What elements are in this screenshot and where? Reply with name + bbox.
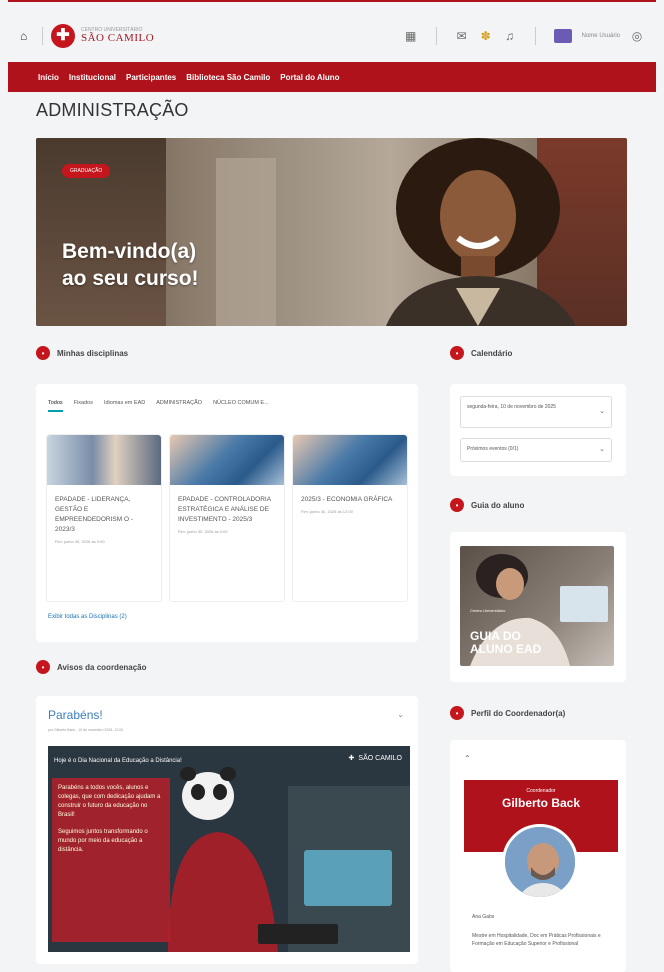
notice-logo: ✚ SÃO CAMILO <box>348 754 402 763</box>
message-icon[interactable]: ✉ <box>455 29 469 43</box>
course-card[interactable]: EPADADE - LIDERANÇA, GESTÃO E EMPREENDED… <box>46 434 162 602</box>
coordinator-name: Gilberto Back <box>501 796 581 810</box>
guia-card: Centro Universitário GUIA DO ALUNO EAD <box>450 532 626 682</box>
chevron-up-icon[interactable]: ⌃ <box>464 754 471 763</box>
notice-logo-text: SÃO CAMILO <box>358 754 402 762</box>
main-nav: Início Institucional Participantes Bibli… <box>8 62 656 92</box>
section-title: Perfil do Coordenador(a) <box>471 708 566 718</box>
notice-text-2: Seguimos juntos transformando o mundo po… <box>58 829 148 853</box>
course-card[interactable]: 2025/3 - ECONOMIA GRÁFICA Fim: junho 30,… <box>292 434 408 602</box>
section-title: Guia do aluno <box>471 500 525 510</box>
course-title[interactable]: EPADADE - LIDERANÇA, GESTÃO E EMPREENDED… <box>55 495 153 535</box>
course-title[interactable]: 2025/3 - ECONOMIA GRÁFICA <box>301 495 399 505</box>
section-title: Minhas disciplinas <box>57 348 129 358</box>
notice-text-1: Parabéns a todos vocês, alunos e colegas… <box>58 785 161 818</box>
notice-text-box: Parabéns a todos vocês, alunos e colegas… <box>52 778 170 942</box>
nav-item-biblioteca[interactable]: Biblioteca São Camilo <box>186 73 270 82</box>
course-date: Fim: junho 30, 2026 às 0:00 <box>55 539 105 544</box>
section-calendario-heading: • Calendário <box>450 346 512 360</box>
calendar-date-select[interactable]: segunda-feira, 10 de novembro de 2025 ⌄ <box>460 396 612 428</box>
section-title: Calendário <box>471 348 513 358</box>
hero-banner: GRADUAÇÃO Bem-vindo(a) ao seu curso! <box>36 138 627 326</box>
see-all-link[interactable]: Exibir todas as Disciplinas (2) <box>48 614 127 620</box>
hero-tag: GRADUAÇÃO <box>62 164 111 178</box>
site-logo[interactable]: ✚ CENTRO UNIVERSITÁRIO SÃO CAMILO <box>51 24 154 48</box>
section-avisos-heading: • Avisos da coordenação <box>36 660 147 674</box>
top-frame-line <box>8 0 656 2</box>
coordinator-photo <box>502 824 578 900</box>
section-guia-heading: • Guia do aluno <box>450 498 524 512</box>
course-date: Fim: junho 30, 2026 às 12:00 <box>301 509 353 514</box>
avatar[interactable] <box>553 29 572 43</box>
hero-line-1: Bem-vindo(a) <box>62 240 197 263</box>
user-name[interactable]: Nome Usuário <box>582 33 620 39</box>
course-date: Fim: junho 30, 2026 às 0:00 <box>178 529 228 534</box>
upcoming-events-label: Próximos eventos (0/1) <box>467 446 519 452</box>
course-title[interactable]: EPADADE - CONTROLADORIA ESTRATÉGICA E AN… <box>178 495 276 525</box>
bell-icon[interactable]: ♫ <box>503 29 517 43</box>
divider <box>435 27 437 45</box>
tab-todos[interactable]: Todos <box>48 400 63 412</box>
guide-icon: • <box>450 498 464 512</box>
student-photo <box>386 138 576 326</box>
guia-subtitle: Centro Universitário <box>470 608 506 613</box>
course-image <box>293 435 407 485</box>
hero-line-2: ao seu curso! <box>62 267 199 290</box>
divider <box>42 27 43 45</box>
nav-item-portal[interactable]: Portal do Aluno <box>280 73 339 82</box>
disciplinas-card: Todos Fixados Idiomas em EAD ADMINISTRAÇ… <box>36 384 418 642</box>
course-image <box>170 435 284 485</box>
home-icon[interactable]: ⌂ <box>20 29 34 43</box>
megaphone-icon: • <box>36 660 50 674</box>
course-card[interactable]: EPADADE - CONTROLADORIA ESTRATÉGICA E AN… <box>169 434 285 602</box>
guia-banner[interactable]: Centro Universitário GUIA DO ALUNO EAD <box>460 546 614 666</box>
section-title: Avisos da coordenação <box>57 662 147 672</box>
nav-item-inicio[interactable]: Início <box>38 73 59 82</box>
section-perfil-heading: • Perfil do Coordenador(a) <box>450 706 565 720</box>
chevron-down-icon[interactable]: ⌄ <box>397 710 404 719</box>
guia-line-2: ALUNO EAD <box>470 642 542 656</box>
user-icon: • <box>450 706 464 720</box>
course-image <box>47 435 161 485</box>
nav-item-institucional[interactable]: Institucional <box>69 73 116 82</box>
coordinator-label: Coordenador <box>526 788 556 794</box>
nav-item-participantes[interactable]: Participantes <box>126 73 176 82</box>
chevron-down-icon: ⌄ <box>599 408 605 415</box>
calendar-icon: • <box>450 346 464 360</box>
coordinator-profile: Coordenador Gilberto Back Ana Gabs Mestr… <box>464 780 618 960</box>
logo-title: SÃO CAMILO <box>81 32 155 44</box>
book-icon: • <box>36 346 50 360</box>
cross-logo-icon: ✚ <box>51 24 75 48</box>
divider <box>534 27 536 45</box>
notice-title[interactable]: Parabéns! <box>48 708 103 722</box>
coordinator-meta: Ana Gabs <box>472 914 495 920</box>
perfil-card: ⌃ Coordenador Gilberto Back Ana Gabs Mes… <box>450 740 626 972</box>
section-disciplinas-heading: • Minhas disciplinas <box>36 346 128 360</box>
calendar-date-label: segunda-feira, 10 de novembro de 2025 <box>467 404 556 410</box>
globe-icon[interactable]: ◎ <box>630 29 644 43</box>
coordinator-desc: Mestre em Hospitalidade, Doc em Práticas… <box>472 933 601 947</box>
cross-logo-icon: ✚ <box>348 755 355 762</box>
notification-icon[interactable]: ✽ <box>479 29 493 43</box>
grid-icon[interactable]: ▦ <box>404 29 418 43</box>
avisos-card: Parabéns! ⌄ por Gilberto Back - 10 de no… <box>36 696 418 964</box>
upcoming-events-select[interactable]: Próximos eventos (0/1) ⌄ <box>460 438 612 462</box>
notice-image: Hoje é o Dia Nacional da Educação a Dist… <box>48 746 410 952</box>
page-title: ADMINISTRAÇÃO <box>36 100 189 120</box>
tab-fixados[interactable]: Fixados <box>74 400 93 412</box>
tab-nucleo-comum[interactable]: NÚCLEO COMUM E... <box>213 400 269 412</box>
notice-headline: Hoje é o Dia Nacional da Educação a Dist… <box>54 758 182 764</box>
tab-administracao[interactable]: ADMINISTRAÇÃO <box>156 400 202 412</box>
chevron-down-icon: ⌄ <box>599 446 605 453</box>
tab-idiomas[interactable]: Idiomas em EAD <box>104 400 145 412</box>
calendario-card: segunda-feira, 10 de novembro de 2025 ⌄ … <box>450 384 626 476</box>
top-header: ⌂ ✚ CENTRO UNIVERSITÁRIO SÃO CAMILO ▦ ✉ … <box>20 14 644 58</box>
notice-meta: por Gilberto Back - 10 de novembro 2025,… <box>48 728 123 732</box>
